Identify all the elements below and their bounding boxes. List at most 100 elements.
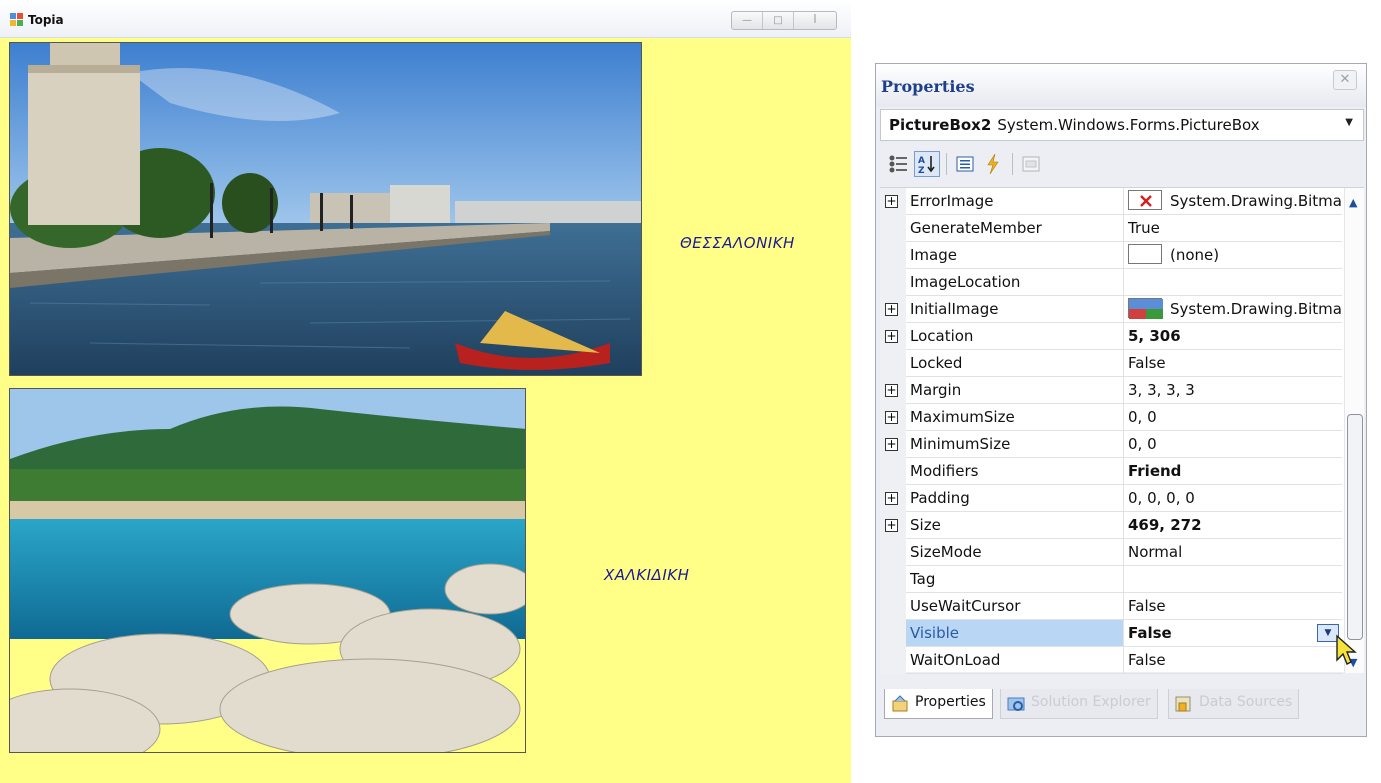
scroll-up-icon[interactable]: ▲ — [1349, 196, 1357, 209]
row-gutter — [880, 539, 906, 566]
property-name[interactable]: MaximumSize — [906, 404, 1124, 431]
close-icon[interactable]: ✕ — [1333, 70, 1357, 90]
property-name[interactable]: Modifiers — [906, 458, 1124, 485]
property-name[interactable]: Image — [906, 242, 1124, 269]
tab-data-sources[interactable]: Data Sources — [1168, 689, 1300, 719]
property-value[interactable]: System.Drawing.Bitma — [1124, 188, 1342, 215]
property-row-initialimage[interactable]: + InitialImage System.Drawing.Bitma — [880, 296, 1342, 323]
row-gutter — [880, 593, 906, 620]
picturebox-1[interactable] — [9, 42, 642, 376]
expand-plus-icon[interactable]: + — [885, 195, 898, 208]
expand-plus-icon[interactable]: + — [885, 411, 898, 424]
property-name[interactable]: UseWaitCursor — [906, 593, 1124, 620]
alphabetical-icon[interactable]: A Z — [914, 151, 940, 177]
beach-photo — [10, 389, 525, 752]
harbour-photo — [10, 43, 641, 375]
property-value[interactable] — [1124, 269, 1342, 296]
minimize-button[interactable]: — — [732, 12, 763, 29]
property-row-padding[interactable]: + Padding 0, 0, 0, 0 — [880, 485, 1342, 512]
vertical-scrollbar[interactable]: ▲ ▼ — [1344, 188, 1364, 673]
expand-plus-icon[interactable]: + — [885, 438, 898, 451]
properties-header: Properties ✕ — [876, 64, 1366, 107]
row-gutter: + — [880, 323, 906, 350]
property-row-size[interactable]: + Size 469, 272 — [880, 512, 1342, 539]
property-name[interactable]: SizeMode — [906, 539, 1124, 566]
property-row-margin[interactable]: + Margin 3, 3, 3, 3 — [880, 377, 1342, 404]
maximize-button[interactable]: □ — [763, 12, 794, 29]
property-value[interactable]: System.Drawing.Bitma — [1124, 296, 1342, 323]
property-row-usewaitcursor[interactable]: UseWaitCursor False — [880, 593, 1342, 620]
property-value-text: 0, 0 — [1128, 408, 1157, 426]
property-name[interactable]: Tag — [906, 566, 1124, 593]
solution-explorer-icon — [1007, 697, 1025, 711]
property-name[interactable]: Margin — [906, 377, 1124, 404]
property-value[interactable]: Friend — [1124, 458, 1342, 485]
property-name[interactable]: Padding — [906, 485, 1124, 512]
property-value[interactable] — [1124, 566, 1342, 593]
tab-solution-explorer[interactable]: Solution Explorer — [1000, 689, 1158, 719]
property-name[interactable]: ImageLocation — [906, 269, 1124, 296]
property-value[interactable]: False — [1124, 647, 1342, 674]
properties-view-icon[interactable] — [952, 151, 978, 177]
expand-plus-icon[interactable]: + — [885, 519, 898, 532]
property-row-maximumsize[interactable]: + MaximumSize 0, 0 — [880, 404, 1342, 431]
chevron-down-icon[interactable]: ▼ — [1345, 117, 1353, 128]
error-image-icon — [1128, 190, 1162, 210]
window-controls: — □ ꟾ — [731, 11, 837, 30]
row-gutter: + — [880, 188, 906, 215]
property-value[interactable]: Normal — [1124, 539, 1342, 566]
property-value[interactable]: 5, 306 — [1124, 323, 1342, 350]
tab-properties[interactable]: Properties — [884, 689, 993, 719]
property-row-minimumsize[interactable]: + MinimumSize 0, 0 — [880, 431, 1342, 458]
property-value[interactable]: True — [1124, 215, 1342, 242]
scroll-thumb[interactable] — [1347, 414, 1363, 640]
expand-plus-icon[interactable]: + — [885, 384, 898, 397]
property-name[interactable]: WaitOnLoad — [906, 647, 1124, 674]
title-bar[interactable]: Topia — □ ꟾ — [0, 0, 851, 38]
property-name[interactable]: ErrorImage — [906, 188, 1124, 215]
property-row-sizemode[interactable]: SizeMode Normal — [880, 539, 1342, 566]
property-value[interactable]: False ▼ — [1124, 620, 1342, 647]
property-pages-icon[interactable] — [1018, 151, 1044, 177]
property-name[interactable]: Size — [906, 512, 1124, 539]
property-row-generatemember[interactable]: GenerateMember True — [880, 215, 1342, 242]
close-button[interactable]: ꟾ — [794, 12, 836, 29]
row-gutter — [880, 566, 906, 593]
expand-plus-icon[interactable]: + — [885, 330, 898, 343]
label-thessaloniki: ΘΕΣΣΑΛΟΝΙΚΗ — [680, 234, 795, 252]
property-name[interactable]: Locked — [906, 350, 1124, 377]
property-name[interactable]: Location — [906, 323, 1124, 350]
property-name[interactable]: MinimumSize — [906, 431, 1124, 458]
object-selector[interactable]: PictureBox2 System.Windows.Forms.PictureB… — [880, 109, 1364, 141]
property-row-waitonload[interactable]: WaitOnLoad False — [880, 647, 1342, 674]
app-icon — [10, 13, 23, 26]
property-row-modifiers[interactable]: Modifiers Friend — [880, 458, 1342, 485]
property-value[interactable]: False — [1124, 350, 1342, 377]
property-value[interactable]: 0, 0 — [1124, 431, 1342, 458]
property-row-tag[interactable]: Tag — [880, 566, 1342, 593]
property-value[interactable]: 3, 3, 3, 3 — [1124, 377, 1342, 404]
property-value[interactable]: 0, 0, 0, 0 — [1124, 485, 1342, 512]
property-name[interactable]: GenerateMember — [906, 215, 1124, 242]
row-gutter — [880, 269, 906, 296]
property-row-image[interactable]: Image (none) — [880, 242, 1342, 269]
property-row-imagelocation[interactable]: ImageLocation — [880, 269, 1342, 296]
picturebox-2[interactable] — [9, 388, 526, 753]
property-name[interactable]: InitialImage — [906, 296, 1124, 323]
property-value[interactable]: False — [1124, 593, 1342, 620]
categorized-icon[interactable] — [886, 151, 912, 177]
events-icon[interactable] — [980, 151, 1006, 177]
property-row-location[interactable]: + Location 5, 306 — [880, 323, 1342, 350]
property-row-locked[interactable]: Locked False — [880, 350, 1342, 377]
property-value[interactable]: (none) — [1124, 242, 1342, 269]
row-gutter — [880, 647, 906, 674]
property-row-visible[interactable]: Visible False ▼ — [880, 620, 1342, 647]
expand-plus-icon[interactable]: + — [885, 303, 898, 316]
row-gutter: + — [880, 431, 906, 458]
property-name[interactable]: Visible — [906, 620, 1124, 647]
property-row-errorimage[interactable]: + ErrorImage System.Drawing.Bitma — [880, 188, 1342, 215]
property-value[interactable]: 0, 0 — [1124, 404, 1342, 431]
svg-text:A: A — [918, 156, 925, 166]
expand-plus-icon[interactable]: + — [885, 492, 898, 505]
property-value[interactable]: 469, 272 — [1124, 512, 1342, 539]
